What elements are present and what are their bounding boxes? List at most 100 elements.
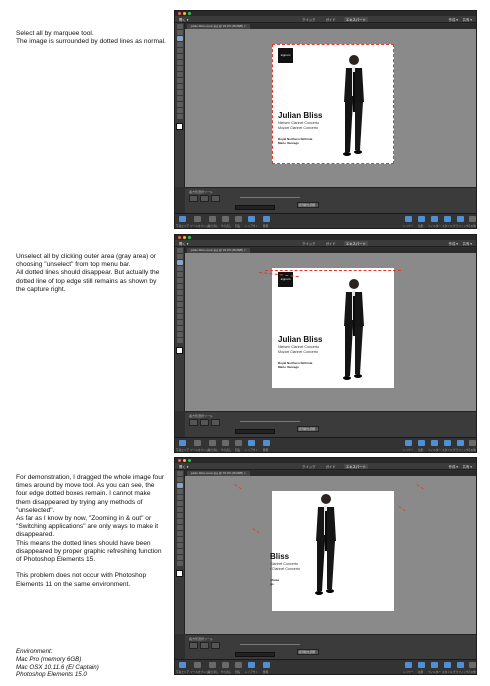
- hand-tool-icon[interactable]: [176, 30, 183, 35]
- paint-bucket-tool-icon[interactable]: [176, 543, 183, 548]
- lasso-tool-icon[interactable]: [176, 48, 183, 53]
- canvas-area[interactable]: signum Julian Bliss Nielsen Clarinet Con…: [185, 253, 476, 411]
- marquee-tool-icon[interactable]: [176, 266, 183, 271]
- rotate-icon[interactable]: [235, 440, 242, 446]
- brush-tool-icon[interactable]: [176, 308, 183, 313]
- new-selection-icon[interactable]: [189, 419, 198, 426]
- graphics-icon[interactable]: [457, 662, 464, 668]
- crop-tool-icon[interactable]: [176, 108, 183, 113]
- share-button[interactable]: 共有 ▾: [463, 464, 472, 469]
- mode-quick[interactable]: クイック: [300, 464, 318, 469]
- mode-quick[interactable]: クイック: [300, 17, 318, 22]
- effects-icon[interactable]: [418, 662, 425, 668]
- tool-options-icon[interactable]: [194, 216, 201, 222]
- more-icon[interactable]: [469, 216, 476, 222]
- share-button[interactable]: 共有 ▾: [463, 17, 472, 22]
- styles-icon[interactable]: [444, 662, 451, 668]
- undo-icon[interactable]: [209, 440, 216, 446]
- styles-icon[interactable]: [444, 440, 451, 446]
- add-selection-icon[interactable]: [200, 642, 209, 649]
- subtract-selection-icon[interactable]: [211, 419, 220, 426]
- text-tool-icon[interactable]: [176, 302, 183, 307]
- color-swatch[interactable]: [176, 570, 183, 577]
- create-button[interactable]: 作成 ▾: [449, 17, 458, 22]
- hand-tool-icon[interactable]: [176, 254, 183, 259]
- filters-icon[interactable]: [431, 662, 438, 668]
- close-icon[interactable]: [178, 236, 181, 239]
- graphics-icon[interactable]: [457, 216, 464, 222]
- spot-healing-tool-icon[interactable]: [176, 513, 183, 518]
- gradient-tool-icon[interactable]: [176, 102, 183, 107]
- clone-stamp-tool-icon[interactable]: [176, 296, 183, 301]
- minimize-icon[interactable]: [183, 236, 186, 239]
- tool-options-icon[interactable]: [194, 440, 201, 446]
- minimize-icon[interactable]: [183, 12, 186, 15]
- zoom-tool-icon[interactable]: [176, 248, 183, 253]
- gradient-tool-icon[interactable]: [176, 549, 183, 554]
- add-selection-icon[interactable]: [200, 195, 209, 202]
- minimize-icon[interactable]: [183, 459, 186, 462]
- photo-bin-icon[interactable]: [179, 662, 186, 668]
- layers-icon[interactable]: [405, 662, 412, 668]
- lasso-tool-icon[interactable]: [176, 495, 183, 500]
- new-selection-icon[interactable]: [189, 195, 198, 202]
- ratio-field[interactable]: [235, 205, 275, 210]
- subtract-selection-icon[interactable]: [211, 642, 220, 649]
- photo-bin-icon[interactable]: [179, 216, 186, 222]
- text-tool-icon[interactable]: [176, 78, 183, 83]
- mode-guided[interactable]: ガイド: [324, 17, 338, 22]
- redo-icon[interactable]: [222, 216, 229, 222]
- open-button[interactable]: 開く ▾: [179, 17, 188, 22]
- share-button[interactable]: 共有 ▾: [463, 241, 472, 246]
- spot-healing-tool-icon[interactable]: [176, 66, 183, 71]
- effects-icon[interactable]: [418, 216, 425, 222]
- brush-tool-icon[interactable]: [176, 84, 183, 89]
- canvas-area[interactable]: Bliss Clarinet Concerto t Clarinet Conce…: [185, 476, 476, 634]
- ratio-field[interactable]: [235, 652, 275, 657]
- rotate-icon[interactable]: [235, 662, 242, 668]
- paint-bucket-tool-icon[interactable]: [176, 320, 183, 325]
- organizer-icon[interactable]: [263, 216, 270, 222]
- zoom-icon[interactable]: [188, 236, 191, 239]
- eraser-tool-icon[interactable]: [176, 314, 183, 319]
- move-tool-icon[interactable]: [176, 36, 183, 41]
- filters-icon[interactable]: [431, 440, 438, 446]
- organizer-icon[interactable]: [263, 440, 270, 446]
- mode-expert[interactable]: エキスパート: [343, 464, 368, 469]
- create-button[interactable]: 作成 ▾: [449, 464, 458, 469]
- open-button[interactable]: 開く ▾: [179, 241, 188, 246]
- zoom-icon[interactable]: [188, 12, 191, 15]
- clone-stamp-tool-icon[interactable]: [176, 519, 183, 524]
- more-icon[interactable]: [469, 440, 476, 446]
- feather-slider[interactable]: [240, 421, 300, 422]
- marquee-tool-icon[interactable]: [176, 42, 183, 47]
- mode-expert[interactable]: エキスパート: [343, 17, 368, 22]
- quick-selection-tool-icon[interactable]: [176, 501, 183, 506]
- straighten-tool-icon[interactable]: [176, 561, 183, 566]
- effects-icon[interactable]: [418, 440, 425, 446]
- zoom-tool-icon[interactable]: [176, 471, 183, 476]
- hand-tool-icon[interactable]: [176, 477, 183, 482]
- open-button[interactable]: 開く ▾: [179, 464, 188, 469]
- undo-icon[interactable]: [209, 216, 216, 222]
- text-tool-icon[interactable]: [176, 525, 183, 530]
- create-button[interactable]: 作成 ▾: [449, 241, 458, 246]
- zoom-tool-icon[interactable]: [176, 24, 183, 29]
- close-icon[interactable]: [178, 12, 181, 15]
- new-selection-icon[interactable]: [189, 642, 198, 649]
- straighten-tool-icon[interactable]: [176, 338, 183, 343]
- layout-icon[interactable]: [248, 662, 255, 668]
- redo-icon[interactable]: [222, 440, 229, 446]
- mode-quick[interactable]: クイック: [300, 241, 318, 246]
- red-eye-tool-icon[interactable]: [176, 60, 183, 65]
- brush-tool-icon[interactable]: [176, 531, 183, 536]
- red-eye-tool-icon[interactable]: [176, 284, 183, 289]
- eraser-tool-icon[interactable]: [176, 537, 183, 542]
- zoom-icon[interactable]: [188, 459, 191, 462]
- gradient-tool-icon[interactable]: [176, 326, 183, 331]
- feather-slider[interactable]: [240, 644, 300, 645]
- add-selection-icon[interactable]: [200, 419, 209, 426]
- layout-icon[interactable]: [248, 216, 255, 222]
- graphics-icon[interactable]: [457, 440, 464, 446]
- organizer-icon[interactable]: [263, 662, 270, 668]
